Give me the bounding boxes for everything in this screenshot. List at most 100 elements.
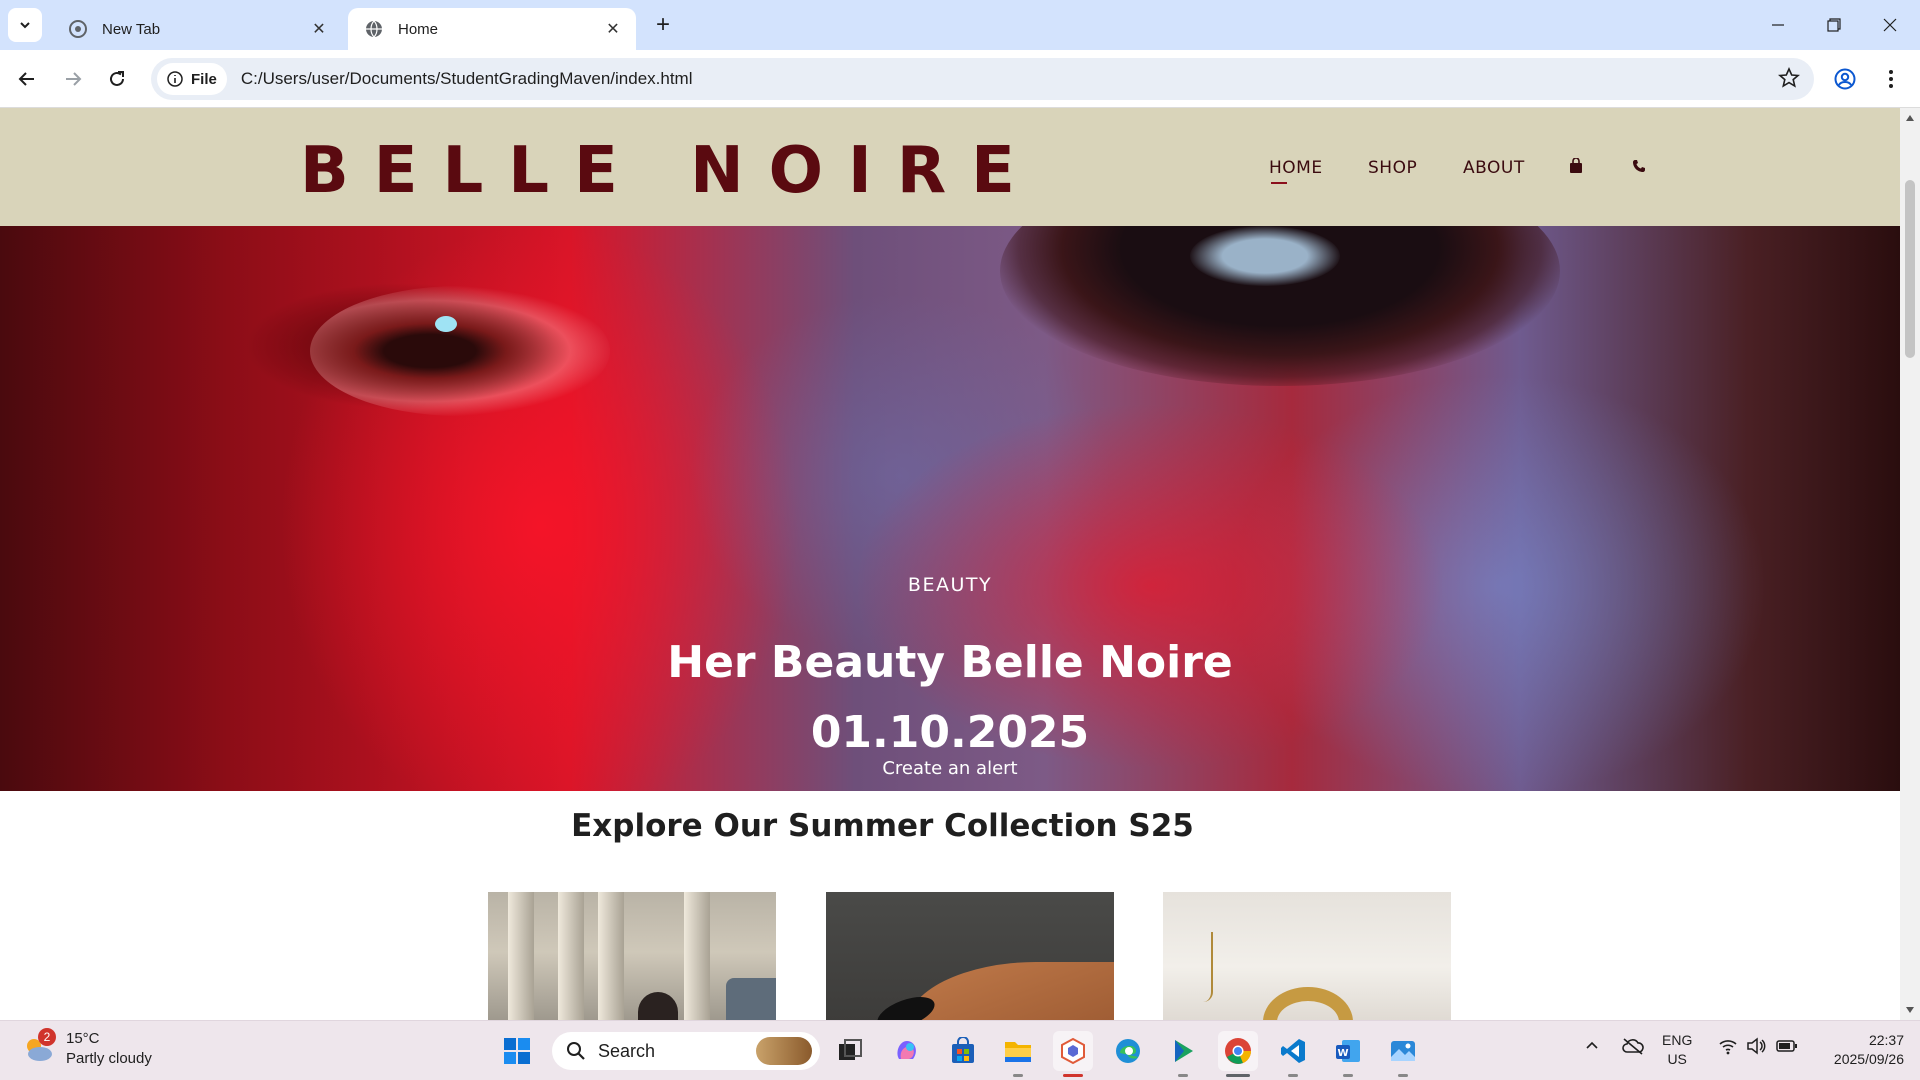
reload-icon (110, 71, 124, 86)
word-icon: W (1336, 1040, 1360, 1062)
clock-time: 22:37 (1868, 1032, 1904, 1048)
nav-about[interactable]: ABOUT (1463, 158, 1525, 178)
back-button[interactable] (10, 62, 44, 96)
partly-cloudy-icon: 2 (22, 1028, 56, 1066)
file-explorer-button[interactable] (998, 1031, 1038, 1077)
site-info-chip[interactable]: File (157, 63, 227, 95)
product-card-3[interactable] (1163, 892, 1451, 1020)
tab-title: Home (398, 20, 439, 38)
show-hidden-icons-button[interactable] (1584, 1037, 1600, 1056)
info-icon (167, 71, 183, 87)
photos-icon (1391, 1041, 1415, 1061)
weather-widget[interactable]: 2 15°C Partly cloudy (22, 1028, 152, 1069)
taskbar-search[interactable]: Search (552, 1032, 820, 1070)
arrow-left-icon (18, 72, 34, 86)
chrome-menu-button[interactable] (1874, 62, 1908, 96)
weather-badge: 2 (38, 1028, 56, 1046)
close-icon (1883, 18, 1897, 32)
hero-title-line1: Her Beauty Belle Noire (667, 637, 1233, 688)
tab-new-tab[interactable]: New Tab ✕ (52, 8, 342, 50)
start-button[interactable] (497, 1031, 537, 1071)
speaker-icon (1747, 1037, 1766, 1055)
start-icon (504, 1038, 530, 1064)
task-view-button[interactable] (830, 1031, 870, 1071)
reload-button[interactable] (100, 62, 134, 96)
wifi-icon (1719, 1040, 1737, 1055)
shopping-bag-icon[interactable] (1568, 157, 1584, 178)
chrome-favicon-icon (68, 19, 88, 39)
hero-kicker: BEAUTY (907, 574, 993, 596)
tab-search-button[interactable] (8, 8, 42, 42)
forward-button[interactable] (56, 62, 90, 96)
close-window-button[interactable] (1862, 0, 1918, 50)
arrow-right-icon (66, 72, 82, 86)
create-alert-link[interactable]: Create an alert (0, 758, 1900, 779)
site-header: BELLE NOIRE HOME SHOP ABOUT (0, 108, 1900, 226)
volume-control[interactable] (1746, 1037, 1766, 1058)
nav-home[interactable]: HOME (1269, 158, 1323, 184)
product-card-2[interactable] (826, 892, 1114, 1020)
browser-toolbar: File C:/Users/user/Documents/StudentGrad… (0, 50, 1920, 108)
system-clock[interactable]: 22:37 2025/09/26 (1812, 1031, 1904, 1069)
scrollbar-thumb[interactable] (1905, 180, 1915, 358)
network-status[interactable] (1718, 1037, 1738, 1058)
phone-icon[interactable] (1632, 158, 1646, 177)
address-bar[interactable]: File C:/Users/user/Documents/StudentGrad… (151, 58, 1814, 100)
tab-strip: New Tab ✕ Home ✕ + (0, 0, 1920, 50)
nav-shop[interactable]: SHOP (1368, 158, 1417, 178)
close-tab-icon[interactable]: ✕ (602, 18, 624, 40)
copilot-button[interactable] (887, 1031, 927, 1071)
chevron-up-icon (1586, 1041, 1598, 1049)
new-tab-button[interactable]: + (648, 10, 678, 40)
vscode-button[interactable] (1273, 1031, 1313, 1077)
page-scrollbar[interactable] (1900, 108, 1920, 1020)
chevron-down-icon (20, 22, 30, 29)
minimize-icon (1772, 24, 1784, 26)
taskbar: 2 15°C Partly cloudy Search W ENG US 22:… (0, 1020, 1920, 1080)
store-button[interactable] (943, 1031, 983, 1071)
clock-date: 2025/09/26 (1833, 1051, 1904, 1067)
scroll-up-icon[interactable] (1904, 112, 1916, 124)
create-alert-label[interactable]: Create an alert (882, 758, 1017, 779)
edge-button[interactable] (1108, 1031, 1148, 1071)
input-language[interactable]: ENG US (1662, 1031, 1692, 1069)
photos-button[interactable] (1383, 1031, 1423, 1077)
battery-status[interactable] (1776, 1037, 1798, 1058)
restore-button[interactable] (1806, 0, 1862, 50)
vscode-icon (1281, 1039, 1305, 1063)
cloud-offline-icon (1622, 1038, 1644, 1055)
tab-home[interactable]: Home ✕ (348, 8, 636, 50)
product-card-1[interactable] (488, 892, 776, 1020)
hero-image-eye-right (1000, 226, 1560, 386)
profile-button[interactable] (1828, 62, 1862, 96)
chrome-icon (1225, 1038, 1251, 1064)
chrome-button[interactable] (1218, 1031, 1258, 1077)
store-icon (952, 1037, 974, 1063)
bookmark-star-icon[interactable] (1778, 67, 1800, 89)
language-region: US (1667, 1051, 1687, 1067)
widgets-icon (756, 1037, 812, 1065)
url-text[interactable]: C:/Users/user/Documents/StudentGradingMa… (241, 69, 693, 89)
media-player-button[interactable] (1163, 1031, 1203, 1077)
weather-temp: 15°C (66, 1030, 100, 1047)
onedrive-status[interactable] (1622, 1037, 1644, 1058)
site-logo[interactable]: BELLE NOIRE (300, 134, 1040, 208)
minimize-button[interactable] (1750, 0, 1806, 50)
weather-condition: Partly cloudy (66, 1050, 152, 1067)
word-button[interactable]: W (1328, 1031, 1368, 1077)
restore-icon (1827, 18, 1841, 32)
app-icon (1061, 1037, 1085, 1065)
media-player-icon (1175, 1040, 1193, 1062)
account-icon (1834, 68, 1856, 90)
svg-text:W: W (1337, 1048, 1348, 1059)
tab-title: New Tab (102, 20, 161, 38)
page-viewport: BELLE NOIRE HOME SHOP ABOUT BEAUTY Her B… (0, 108, 1900, 1020)
close-tab-icon[interactable]: ✕ (308, 18, 330, 40)
taskbar-app-button[interactable] (1053, 1031, 1093, 1077)
search-label: Search (598, 1040, 656, 1061)
copilot-icon (897, 1041, 916, 1059)
scroll-down-icon[interactable] (1904, 1004, 1916, 1016)
battery-icon (1776, 1040, 1797, 1052)
search-icon (567, 1042, 585, 1060)
globe-icon (364, 19, 384, 39)
